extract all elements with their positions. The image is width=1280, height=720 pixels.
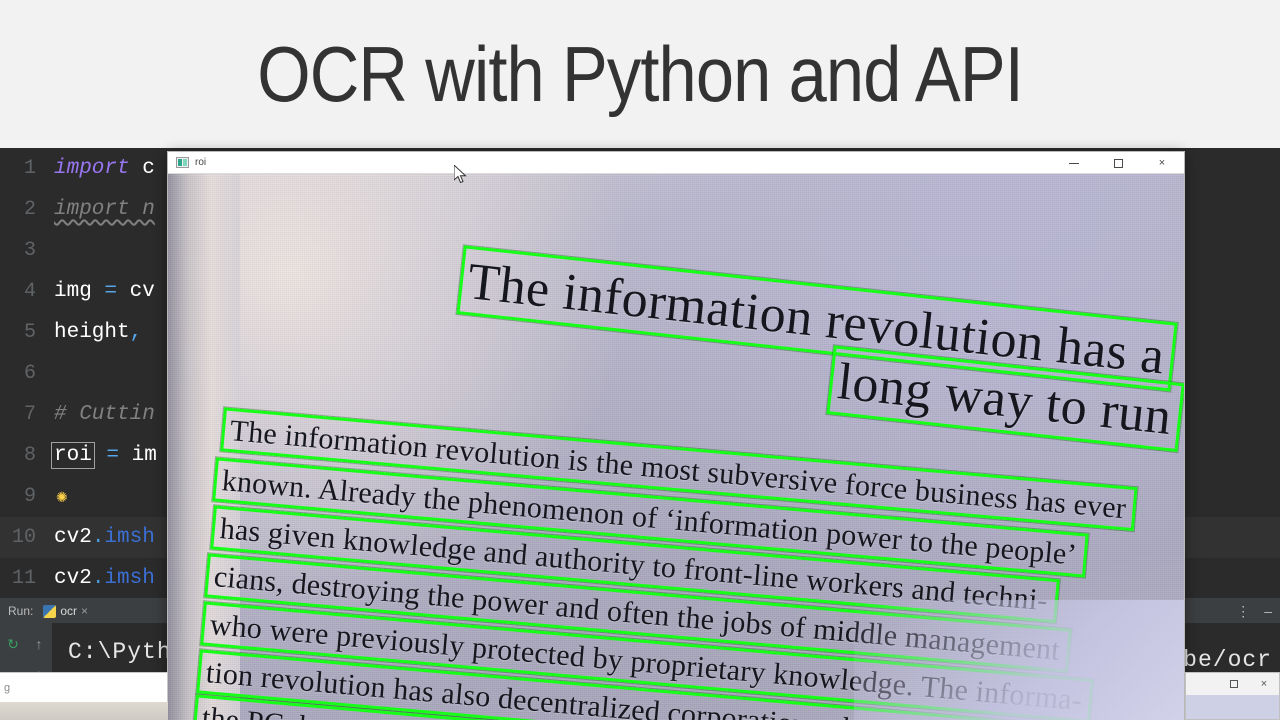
code-token: imsh — [104, 526, 155, 549]
code-token: cv — [117, 280, 155, 303]
code-token: = — [104, 280, 118, 303]
line-number: 7 — [23, 403, 36, 426]
code-token: . — [91, 526, 105, 549]
secondary-window-titlebar[interactable]: × — [1186, 673, 1279, 695]
line-number: 10 — [11, 526, 36, 549]
roi-photo-canvas: The information revolution has a long wa… — [168, 174, 1184, 720]
ocr-text: The information revolution has a — [464, 253, 1168, 386]
code-token: , — [129, 321, 143, 344]
code-text: cv2.imsh — [40, 526, 155, 549]
python-icon — [43, 604, 57, 618]
code-token: height — [54, 321, 130, 344]
status-strip-text: g — [4, 681, 11, 694]
line-number: 1 — [23, 157, 36, 180]
code-token: img — [54, 280, 92, 303]
minimize-icon[interactable] — [1052, 152, 1096, 174]
roi-image-window[interactable]: roi × The information revolution has a l… — [168, 152, 1184, 720]
code-token: im — [119, 444, 157, 467]
close-icon[interactable]: × — [81, 604, 88, 618]
line-number: 5 — [23, 321, 36, 344]
roi-window-title: roi — [195, 157, 207, 168]
ocr-text-line: The information revolution has a — [456, 245, 1179, 392]
code-token: . — [91, 567, 105, 590]
line-number: 6 — [23, 362, 36, 385]
maximize-icon[interactable] — [1096, 152, 1140, 174]
intention-bulb-icon[interactable]: ✺ — [56, 490, 70, 504]
secondary-window[interactable]: × — [1185, 672, 1280, 720]
close-icon[interactable]: × — [1140, 152, 1184, 174]
line-number: 2 — [23, 198, 36, 221]
line-number: 11 — [11, 567, 36, 590]
minimize-panel-icon[interactable]: – — [1264, 603, 1272, 619]
rerun-icon[interactable]: ↻ — [7, 637, 19, 651]
opencv-icon — [176, 157, 189, 168]
run-panel-actions: ⋮ – — [1236, 599, 1272, 623]
code-token: import — [54, 157, 130, 180]
maximize-icon[interactable] — [1219, 674, 1249, 694]
roi-titlebar[interactable]: roi × — [168, 152, 1184, 174]
code-text: # Cuttin — [40, 403, 155, 426]
line-number: 8 — [23, 444, 36, 467]
code-token: c — [129, 157, 155, 180]
page-title: OCR with Python and API — [257, 29, 1024, 118]
code-text: cv2.imsh — [40, 567, 155, 590]
code-text: height, — [40, 321, 142, 344]
line-number: 4 — [23, 280, 36, 303]
console-output-right: be/ocr — [1183, 647, 1272, 673]
ide-status-strip: g — [0, 672, 168, 702]
code-text: roi = im — [40, 442, 157, 469]
window-controls: × — [1052, 152, 1184, 174]
more-options-icon[interactable]: ⋮ — [1236, 603, 1250, 620]
secondary-window-body — [1186, 695, 1279, 719]
run-label: Run: — [8, 604, 34, 618]
run-tab-ocr[interactable]: ocr × — [43, 604, 88, 618]
code-token: cv2 — [54, 526, 92, 549]
line-number: 3 — [23, 239, 36, 262]
code-token: # Cuttin — [54, 403, 155, 426]
scroll-up-icon[interactable]: ↑ — [36, 637, 43, 651]
code-text: img = cv — [40, 280, 155, 303]
code-token: import n — [54, 198, 155, 221]
code-text: import n — [40, 198, 155, 221]
run-tab-label: ocr — [60, 604, 78, 618]
mouse-cursor — [454, 165, 467, 184]
line-number: 9 — [23, 485, 36, 508]
slide-header: OCR with Python and API — [0, 0, 1280, 148]
code-token: cv2 — [54, 567, 92, 590]
code-text: import c — [40, 157, 155, 180]
code-token: = — [106, 444, 120, 467]
desktop-background — [0, 702, 168, 720]
code-token: imsh — [104, 567, 155, 590]
close-icon[interactable]: × — [1249, 674, 1279, 694]
code-token: roi — [51, 442, 95, 469]
